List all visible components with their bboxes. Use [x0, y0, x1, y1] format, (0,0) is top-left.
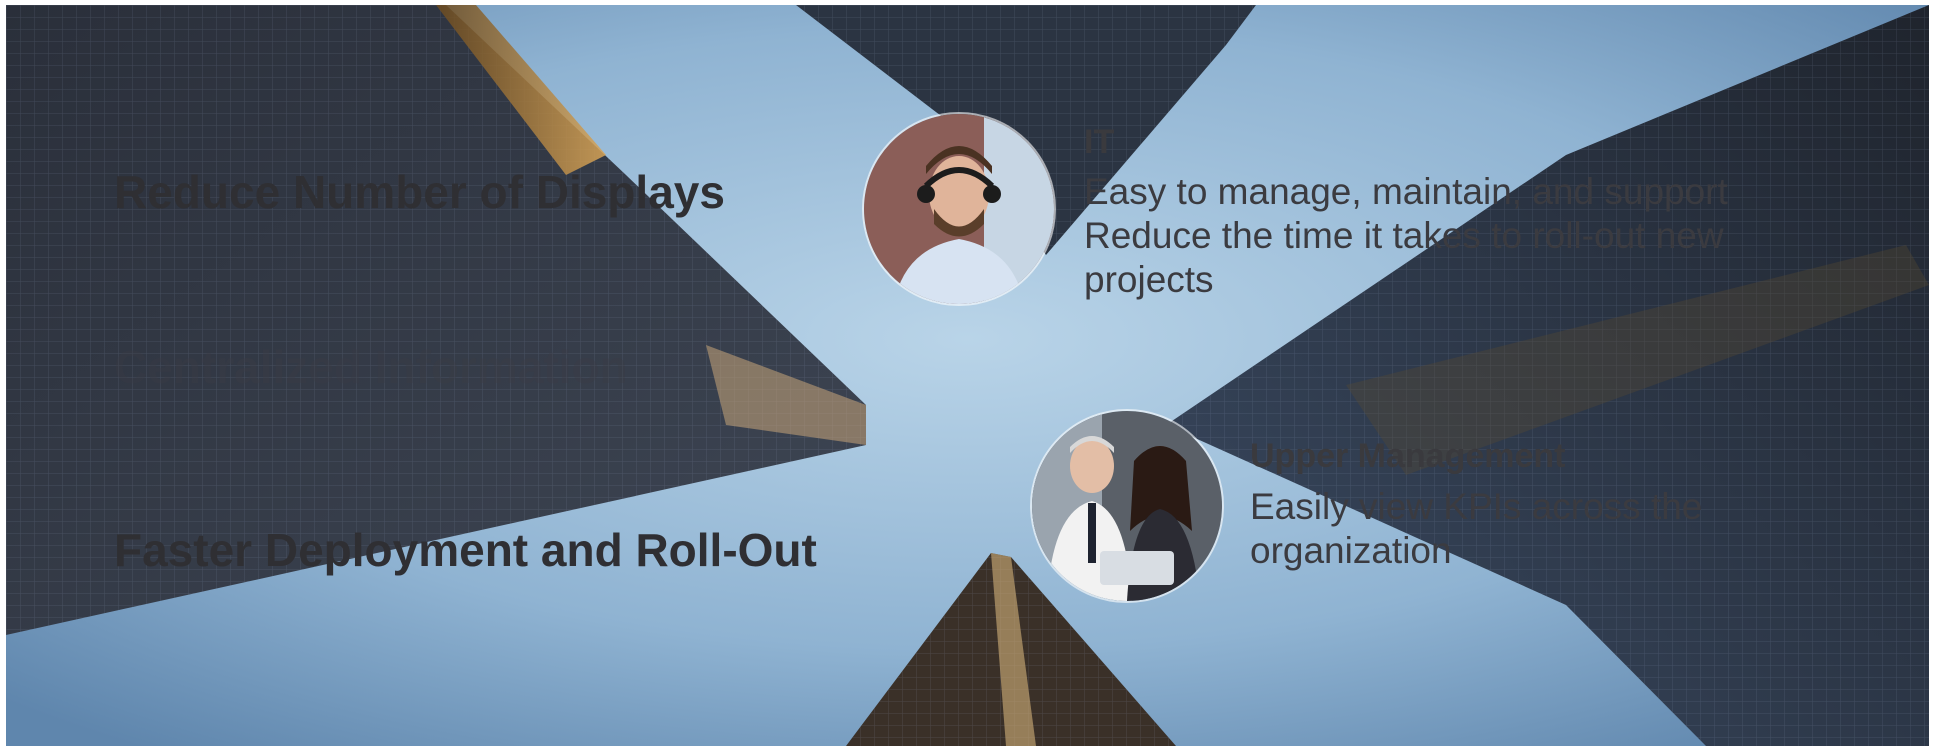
- slide-canvas: Reduce Number of Displays Centralized In…: [6, 5, 1929, 746]
- it-line-3: projects: [1084, 259, 1214, 300]
- it-line-2: Reduce the time it takes to roll-out new: [1084, 215, 1724, 256]
- it-title: IT: [1084, 123, 1115, 161]
- it-description: Easy to manage, maintain, and support Re…: [1084, 170, 1728, 302]
- it-person-image: [864, 114, 1054, 304]
- deployment-heading: Faster Deployment and Roll-Out: [114, 524, 817, 576]
- middle-heading: Centralized Information: [114, 341, 628, 393]
- management-line-2: organization: [1250, 530, 1452, 571]
- management-avatar: [1030, 409, 1224, 603]
- management-title: Upper Management: [1250, 437, 1566, 475]
- reduce-displays-heading: Reduce Number of Displays: [114, 166, 725, 218]
- management-description: Easily view KPIs across the organization: [1250, 485, 1702, 573]
- management-line-1: Easily view KPIs across the: [1250, 486, 1703, 527]
- it-line-1: Easy to manage, maintain, and support: [1084, 171, 1728, 212]
- management-image: [1032, 411, 1222, 601]
- it-person-avatar: [862, 112, 1056, 306]
